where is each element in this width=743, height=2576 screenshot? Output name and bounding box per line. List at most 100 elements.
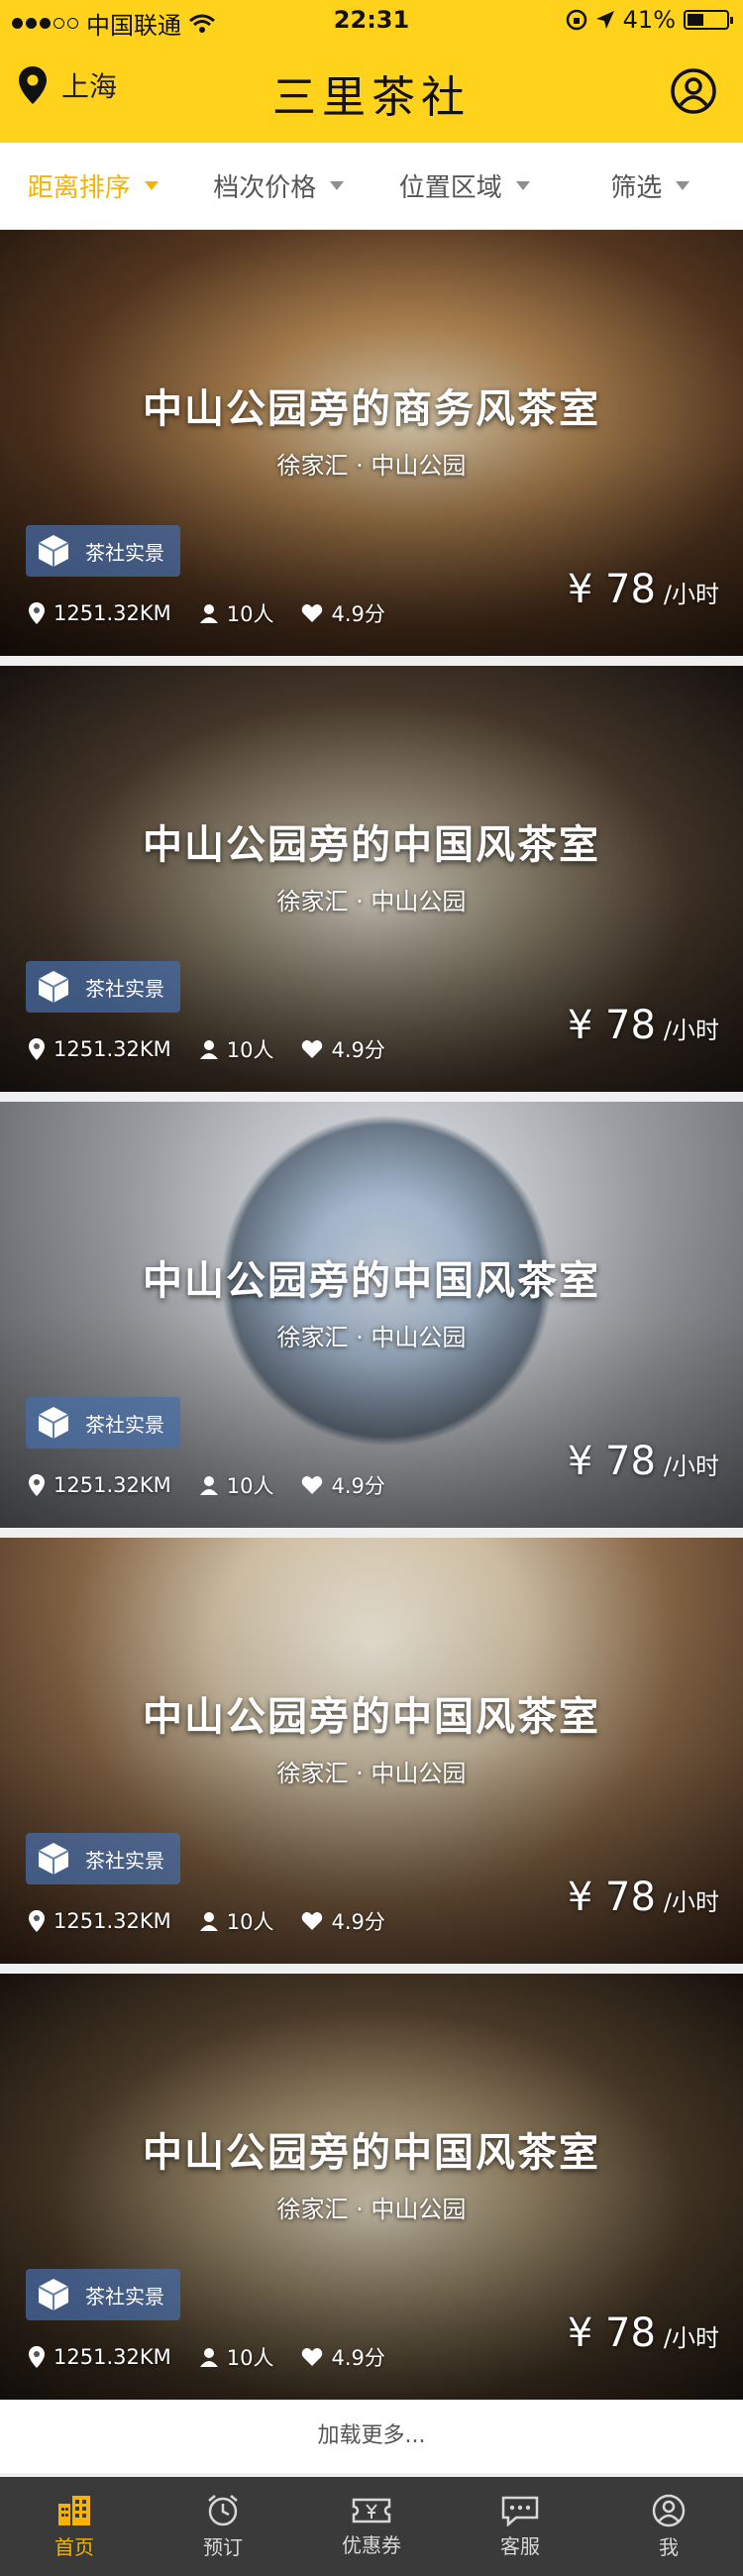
person-icon bbox=[199, 604, 218, 623]
tab-me[interactable]: 我 bbox=[594, 2477, 743, 2576]
tearoom-card[interactable]: 中山公园旁的中国风茶室 徐家汇 · 中山公园 茶社实景 1251.32KM 10… bbox=[0, 1538, 743, 1964]
badge-label: 茶社实景 bbox=[85, 2284, 164, 2308]
heart-icon bbox=[302, 2348, 323, 2366]
price-amount: ¥ 78 bbox=[567, 2310, 656, 2356]
alarm-clock-icon bbox=[208, 2494, 238, 2525]
badge-label: 茶社实景 bbox=[85, 1412, 164, 1437]
location-pin-icon bbox=[29, 1910, 45, 1932]
tearoom-meta: 1251.32KM 10人 4.9分 bbox=[28, 598, 413, 628]
status-right: 41% bbox=[566, 6, 733, 34]
tab-coupons[interactable]: 优惠券 bbox=[297, 2477, 446, 2576]
app-title: 三里茶社 bbox=[272, 72, 471, 123]
price-unit: /小时 bbox=[663, 1017, 719, 1044]
app-header: 上海 三里茶社 bbox=[0, 40, 743, 143]
building-icon bbox=[58, 2495, 90, 2525]
tab-booking[interactable]: 预订 bbox=[149, 2477, 297, 2576]
load-more-button[interactable]: 加载更多... bbox=[0, 2400, 743, 2473]
tearoom-location: 徐家汇 · 中山公园 bbox=[276, 1324, 467, 1351]
cube-icon bbox=[38, 1843, 69, 1875]
user-icon bbox=[671, 68, 716, 114]
tearoom-card[interactable]: 中山公园旁的中国风茶室 徐家汇 · 中山公园 茶社实景 1251.32KM 10… bbox=[0, 666, 743, 1092]
tab-label: 预订 bbox=[203, 2534, 243, 2559]
capacity-label: 10人 bbox=[226, 2346, 274, 2370]
filter-area[interactable]: 位置区域 bbox=[372, 143, 558, 229]
distance-label: 1251.32KM bbox=[53, 601, 171, 625]
person-icon bbox=[199, 1040, 218, 1059]
filter-more[interactable]: 筛选 bbox=[558, 143, 743, 229]
heart-icon bbox=[302, 1040, 323, 1058]
tearoom-price: ¥ 78 /小时 bbox=[568, 1003, 719, 1048]
filter-bar: 距离排序 档次价格 位置区域 筛选 bbox=[0, 143, 743, 230]
filter-price[interactable]: 档次价格 bbox=[186, 143, 372, 229]
filter-label: 筛选 bbox=[610, 173, 663, 203]
location-pin-icon bbox=[29, 2346, 45, 2368]
rating-label: 4.9分 bbox=[331, 2346, 385, 2370]
badge-label: 茶社实景 bbox=[85, 540, 164, 565]
location-pin-icon bbox=[29, 1474, 45, 1496]
heart-icon bbox=[302, 604, 323, 622]
person-icon bbox=[199, 1476, 218, 1495]
badge-label: 茶社实景 bbox=[85, 976, 164, 1001]
price-unit: /小时 bbox=[663, 1888, 719, 1916]
photo-badge[interactable]: 茶社实景 bbox=[26, 2269, 180, 2320]
price-amount: ¥ 78 bbox=[567, 1003, 656, 1048]
tearoom-card[interactable]: 中山公园旁的商务风茶室 徐家汇 · 中山公园 茶社实景 1251.32KM 10… bbox=[0, 230, 743, 656]
tearoom-card[interactable]: 中山公园旁的中国风茶室 徐家汇 · 中山公园 茶社实景 1251.32KM 10… bbox=[0, 1102, 743, 1528]
tab-service[interactable]: 客服 bbox=[446, 2477, 594, 2576]
badge-label: 茶社实景 bbox=[85, 1848, 164, 1873]
cube-icon bbox=[38, 971, 69, 1003]
tearoom-list: 中山公园旁的商务风茶室 徐家汇 · 中山公园 茶社实景 1251.32KM 10… bbox=[0, 230, 743, 2400]
user-icon bbox=[652, 2494, 686, 2526]
location-pin-icon bbox=[29, 1038, 45, 1060]
price-amount: ¥ 78 bbox=[567, 1875, 656, 1920]
caret-down-icon bbox=[330, 181, 345, 190]
tearoom-location: 徐家汇 · 中山公园 bbox=[276, 888, 467, 915]
tab-label: 首页 bbox=[54, 2534, 94, 2559]
tearoom-location: 徐家汇 · 中山公园 bbox=[276, 1760, 467, 1787]
tearoom-title: 中山公园旁的商务风茶室 bbox=[143, 385, 600, 432]
cube-icon bbox=[38, 2279, 69, 2310]
price-amount: ¥ 78 bbox=[567, 567, 656, 612]
price-unit: /小时 bbox=[663, 2324, 719, 2352]
tearoom-location: 徐家汇 · 中山公园 bbox=[276, 2196, 467, 2223]
tearoom-card[interactable]: 中山公园旁的中国风茶室 徐家汇 · 中山公园 茶社实景 1251.32KM 10… bbox=[0, 1974, 743, 2400]
capacity-label: 10人 bbox=[226, 1474, 274, 1498]
tab-home[interactable]: 首页 bbox=[0, 2477, 149, 2576]
heart-icon bbox=[302, 1476, 323, 1494]
photo-badge[interactable]: 茶社实景 bbox=[26, 1397, 180, 1449]
price-unit: /小时 bbox=[663, 1452, 719, 1480]
distance-label: 1251.32KM bbox=[53, 2345, 171, 2369]
tab-label: 我 bbox=[659, 2534, 679, 2559]
tearoom-price: ¥ 78 /小时 bbox=[568, 1439, 719, 1484]
filter-label: 距离排序 bbox=[27, 173, 131, 203]
filter-distance[interactable]: 距离排序 bbox=[0, 143, 186, 229]
tearoom-meta: 1251.32KM 10人 4.9分 bbox=[28, 1034, 413, 1064]
photo-badge[interactable]: 茶社实景 bbox=[26, 961, 180, 1013]
caret-down-icon bbox=[676, 181, 690, 190]
person-icon bbox=[199, 2348, 218, 2367]
filter-label: 档次价格 bbox=[213, 173, 317, 203]
battery-label: 41% bbox=[622, 6, 676, 34]
tab-label: 客服 bbox=[500, 2533, 540, 2558]
rating-label: 4.9分 bbox=[331, 1474, 385, 1498]
photo-badge[interactable]: 茶社实景 bbox=[26, 1833, 180, 1884]
cube-icon bbox=[38, 1407, 69, 1439]
tab-label: 优惠券 bbox=[342, 2532, 401, 2557]
tearoom-price: ¥ 78 /小时 bbox=[568, 1875, 719, 1920]
photo-badge[interactable]: 茶社实景 bbox=[26, 525, 180, 577]
distance-label: 1251.32KM bbox=[53, 1473, 171, 1497]
tearoom-title: 中山公园旁的中国风茶室 bbox=[143, 821, 600, 868]
filter-label: 位置区域 bbox=[398, 173, 502, 203]
price-unit: /小时 bbox=[663, 581, 719, 608]
battery-icon bbox=[684, 10, 733, 30]
tearoom-title: 中山公园旁的中国风茶室 bbox=[143, 2129, 600, 2176]
tearoom-meta: 1251.32KM 10人 4.9分 bbox=[28, 1906, 413, 1936]
profile-button[interactable] bbox=[670, 67, 717, 119]
tearoom-price: ¥ 78 /小时 bbox=[568, 2310, 719, 2356]
rating-label: 4.9分 bbox=[331, 602, 385, 626]
capacity-label: 10人 bbox=[226, 1038, 274, 1062]
tab-bar: 首页 预订 优惠券 客服 我 bbox=[0, 2477, 743, 2576]
caret-down-icon bbox=[515, 181, 530, 190]
caret-down-icon bbox=[144, 181, 159, 190]
tearoom-price: ¥ 78 /小时 bbox=[568, 567, 719, 612]
